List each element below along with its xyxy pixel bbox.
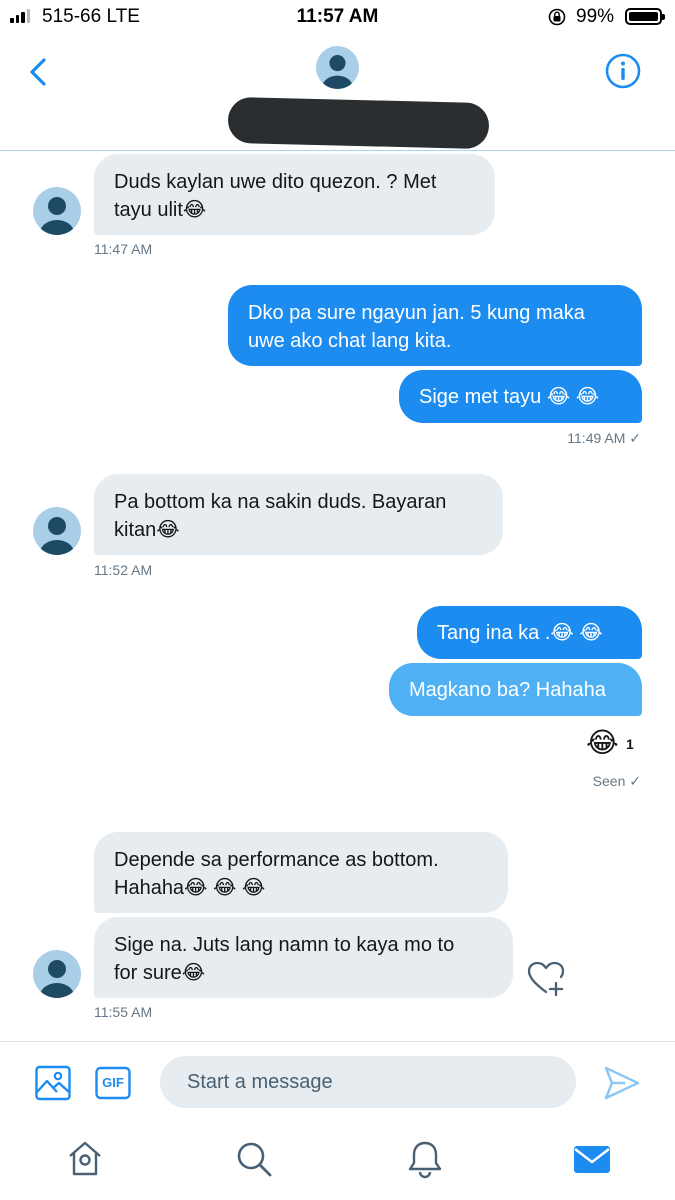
conversation-header: [0, 34, 675, 151]
avatar[interactable]: [33, 187, 81, 235]
reaction-emoji[interactable]: 😂: [586, 726, 619, 760]
chevron-left-icon[interactable]: [24, 54, 54, 90]
message-timestamp: 11:47 AM: [94, 241, 153, 257]
message-timestamp: 11:52 AM: [94, 562, 153, 578]
message-bubble-received[interactable]: Sige na. Juts lang namn to kaya mo to fo…: [94, 917, 513, 998]
tab-bar: [0, 1121, 675, 1200]
info-circle-icon[interactable]: [604, 52, 642, 90]
message-bubble-sent[interactable]: Dko pa sure ngayun jan. 5 kung maka uwe …: [228, 285, 642, 366]
rotation-lock-icon: [548, 8, 566, 26]
message-bubble-sent[interactable]: Sige met tayu 😂 😂: [399, 370, 642, 423]
status-bar: 515-66 LTE 11:57 AM 99%: [0, 0, 675, 34]
redacted-name: [227, 96, 490, 150]
seen-status: Seen ✓: [592, 773, 641, 789]
status-time: 11:57 AM: [296, 6, 379, 27]
notifications-icon[interactable]: [405, 1139, 445, 1179]
messages-icon[interactable]: [572, 1139, 612, 1179]
message-bubble-received[interactable]: Pa bottom ka na sakin duds. Bayaran kita…: [94, 474, 503, 555]
avatar[interactable]: [316, 46, 359, 89]
gif-label: GIF: [102, 1075, 124, 1090]
message-input[interactable]: [160, 1056, 576, 1108]
search-icon[interactable]: [234, 1139, 274, 1179]
message-bubble-received[interactable]: Depende sa performance as bottom. Hahaha…: [94, 832, 508, 913]
message-timestamp: 11:49 AM ✓: [567, 430, 641, 446]
message-bubble-sent[interactable]: Tang ina ka .😂 😂: [417, 606, 642, 659]
message-bubble-sent[interactable]: Magkano ba? Hahaha: [389, 663, 642, 716]
gif-button[interactable]: GIF: [95, 1066, 131, 1100]
battery-percent: 99%: [576, 6, 615, 27]
avatar[interactable]: [33, 950, 81, 998]
send-icon[interactable]: [603, 1064, 641, 1102]
reaction-count: 1: [626, 736, 634, 752]
message-bubble-received[interactable]: Duds kaylan uwe dito quezon. ? Met tayu …: [94, 154, 495, 235]
battery-icon: [625, 8, 665, 25]
home-icon[interactable]: [65, 1139, 105, 1179]
message-composer: GIF: [0, 1041, 675, 1122]
avatar[interactable]: [33, 507, 81, 555]
heart-plus-icon[interactable]: [526, 959, 566, 997]
image-icon[interactable]: [34, 1064, 72, 1102]
message-timestamp: 11:55 AM: [94, 1004, 153, 1020]
